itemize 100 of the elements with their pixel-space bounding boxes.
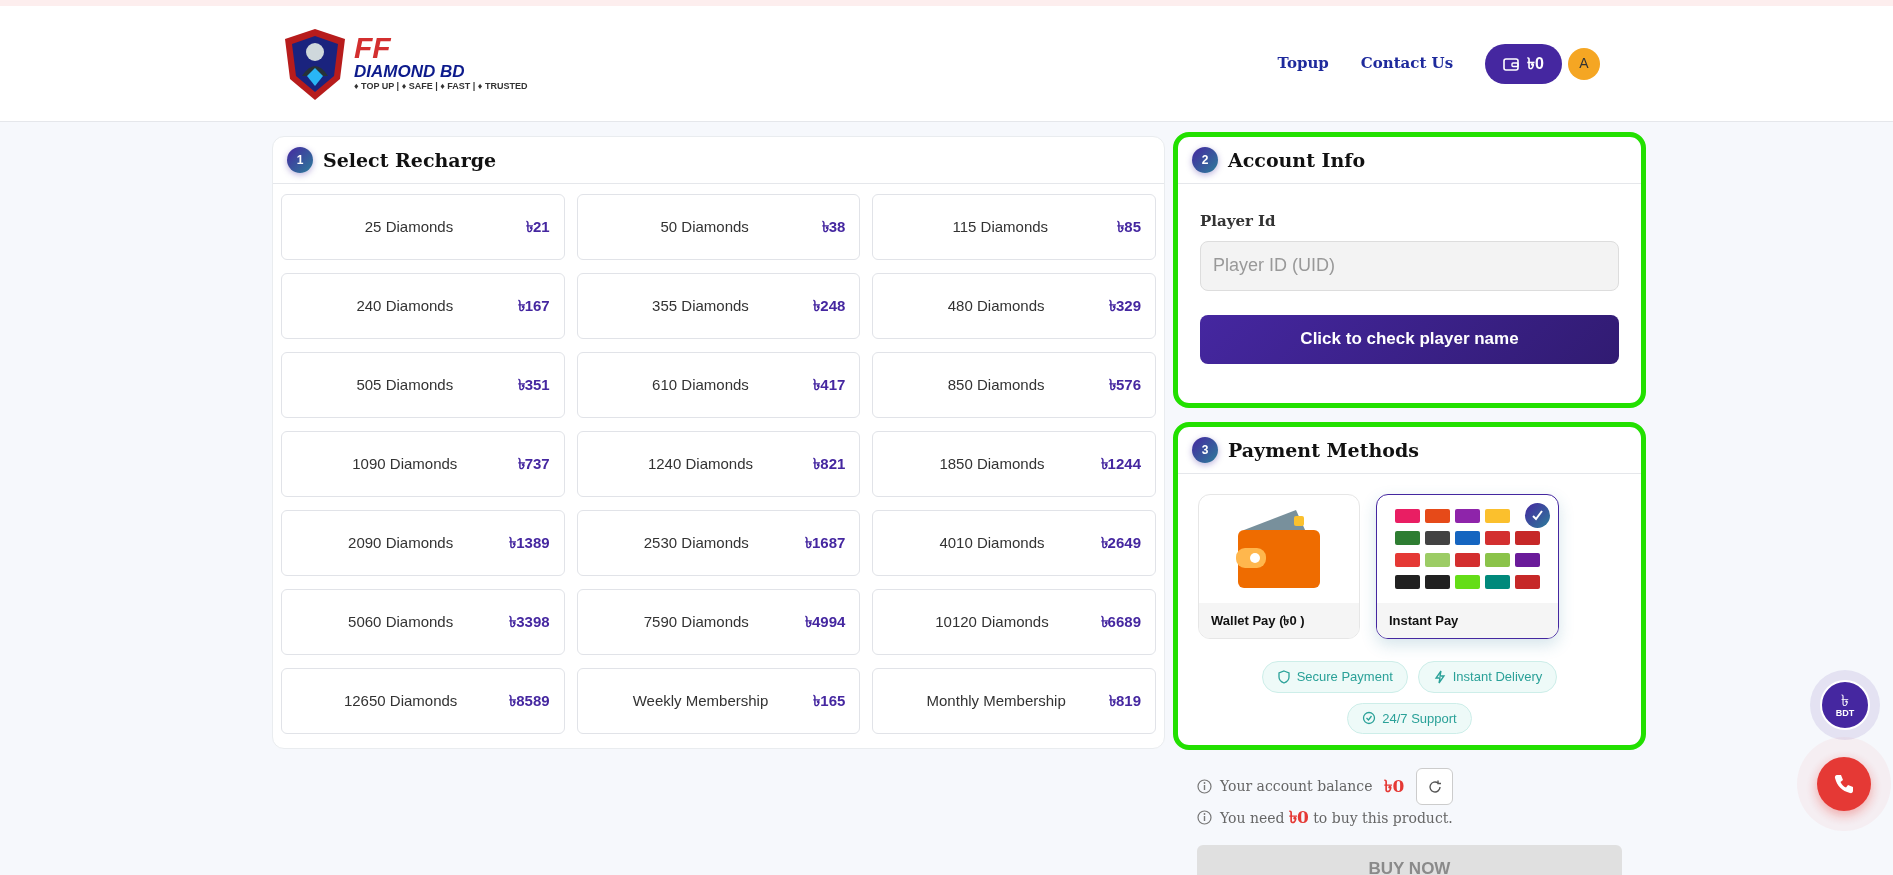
recharge-option[interactable]: Monthly Membership ৳819 (872, 668, 1156, 734)
option-price: ৳4994 (804, 611, 846, 632)
info-icon (1197, 810, 1212, 826)
option-price: ৳821 (813, 453, 846, 474)
step-number: 3 (1192, 437, 1218, 463)
currency-button[interactable]: ৳ BDT (1820, 680, 1870, 730)
option-price: ৳417 (813, 374, 846, 395)
feature-badge: 24/7 Support (1347, 702, 1472, 734)
check-player-button[interactable]: Click to check player name (1200, 314, 1619, 364)
option-price: ৳85 (1117, 216, 1141, 237)
feature-badge: Instant Delivery (1417, 661, 1558, 693)
panel-title: Account Info (1228, 148, 1366, 172)
recharge-option[interactable]: 1240 Diamonds ৳821 (576, 431, 861, 497)
panel-title: Select Recharge (323, 148, 497, 172)
option-label: 25 Diamonds (363, 216, 455, 237)
option-price: ৳1687 (804, 532, 846, 553)
option-label: 480 Diamonds (946, 295, 1046, 316)
recharge-option[interactable]: 1090 Diamonds ৳737 (281, 431, 565, 497)
option-label: 2090 Diamonds (347, 532, 455, 553)
recharge-option[interactable]: 25 Diamonds ৳21 (281, 194, 565, 260)
option-label: 115 Diamonds (951, 216, 1050, 237)
recharge-option[interactable]: 240 Diamonds ৳167 (281, 273, 565, 339)
option-price: ৳6689 (1100, 611, 1141, 632)
option-label: 50 Diamonds (659, 216, 750, 237)
payment-method-card[interactable]: Instant Pay (1376, 494, 1559, 639)
recharge-option[interactable]: 5060 Diamonds ৳3398 (281, 589, 565, 655)
recharge-option[interactable]: 2530 Diamonds ৳1687 (576, 510, 861, 576)
recharge-option[interactable]: 4010 Diamonds ৳2649 (872, 510, 1156, 576)
wallet-button[interactable]: ৳0 (1485, 43, 1562, 84)
option-price: ৳2649 (1100, 532, 1141, 553)
call-button[interactable] (1817, 757, 1871, 811)
logo-text: FF (354, 33, 392, 64)
option-label: 240 Diamonds (355, 295, 455, 316)
option-price: ৳167 (517, 295, 550, 316)
option-label: 505 Diamonds (355, 374, 455, 395)
refresh-button[interactable] (1416, 768, 1454, 805)
option-label: 1090 Diamonds (351, 453, 459, 474)
option-price: ৳329 (1108, 295, 1141, 316)
step-number: 2 (1192, 147, 1218, 173)
option-label: 355 Diamonds (651, 295, 750, 316)
option-label: 850 Diamonds (946, 374, 1046, 395)
refresh-icon (1427, 779, 1442, 794)
nav-link[interactable]: Contact Us (1360, 52, 1454, 75)
option-price: ৳819 (1108, 690, 1141, 711)
option-price: ৳1244 (1100, 453, 1141, 474)
option-label: 4010 Diamonds (938, 532, 1046, 553)
lightning-icon (1432, 669, 1447, 684)
player-id-field[interactable]: Player ID (UID) (1200, 240, 1619, 291)
option-label: 7590 Diamonds (642, 611, 750, 632)
option-label: 5060 Diamonds (347, 611, 455, 632)
option-label: Weekly Membership (631, 690, 770, 711)
option-price: ৳38 (821, 216, 846, 237)
recharge-option[interactable]: 12650 Diamonds ৳8589 (281, 668, 565, 734)
logo-tagline: ♦ TOP UP | ♦ SAFE | ♦ FAST | ♦ TRUSTED (354, 80, 528, 94)
check-circle-icon (1362, 711, 1377, 726)
recharge-option[interactable]: 50 Diamonds ৳38 (576, 194, 861, 260)
option-label: 2530 Diamonds (642, 532, 750, 553)
option-label: Monthly Membership (925, 690, 1067, 711)
option-label: 12650 Diamonds (342, 690, 459, 711)
option-price: ৳1389 (509, 532, 550, 553)
option-price: ৳165 (813, 690, 846, 711)
recharge-option[interactable]: 505 Diamonds ৳351 (281, 352, 565, 418)
recharge-option[interactable]: 115 Diamonds ৳85 (872, 194, 1156, 260)
recharge-option[interactable]: 1850 Diamonds ৳1244 (872, 431, 1156, 497)
panel-title: Payment Methods (1228, 438, 1419, 462)
option-price: ৳3398 (509, 611, 550, 632)
balance-text: Your account balance (1220, 777, 1373, 796)
option-price: ৳576 (1108, 374, 1141, 395)
phone-icon (1833, 773, 1855, 795)
option-price: ৳248 (813, 295, 846, 316)
recharge-option[interactable]: 850 Diamonds ৳576 (872, 352, 1156, 418)
need-text: You need ৳0 to buy this product. (1220, 806, 1453, 829)
option-price: ৳8589 (509, 690, 550, 711)
step-number: 1 (287, 147, 313, 173)
wallet-icon (1236, 507, 1322, 590)
field-label: Player Id (1200, 211, 1277, 232)
wallet-icon (1503, 56, 1520, 71)
recharge-option[interactable]: Weekly Membership ৳165 (576, 668, 861, 734)
recharge-option[interactable]: 610 Diamonds ৳417 (576, 352, 861, 418)
info-icon (1197, 779, 1212, 794)
logo-text: DIAMOND BD (354, 63, 466, 81)
option-price: ৳737 (517, 453, 550, 474)
feature-badge: Secure Payment (1261, 661, 1408, 693)
option-price: ৳21 (525, 216, 550, 237)
option-label: 1240 Diamonds (646, 453, 754, 474)
nav-link[interactable]: Topup (1277, 52, 1329, 75)
option-label: 610 Diamonds (651, 374, 750, 395)
recharge-option[interactable]: 10120 Diamonds ৳6689 (872, 589, 1156, 655)
option-price: ৳351 (517, 374, 550, 395)
recharge-option[interactable]: 355 Diamonds ৳248 (576, 273, 861, 339)
option-label: 10120 Diamonds (934, 611, 1050, 632)
recharge-option[interactable]: 7590 Diamonds ৳4994 (576, 589, 861, 655)
recharge-option[interactable]: 2090 Diamonds ৳1389 (281, 510, 565, 576)
shield-icon (1276, 669, 1291, 684)
recharge-option[interactable]: 480 Diamonds ৳329 (872, 273, 1156, 339)
check-icon (1525, 503, 1550, 528)
payment-method-card[interactable]: Wallet Pay (৳0 ) (1198, 494, 1360, 639)
balance-amount: ৳0 (1384, 774, 1405, 798)
option-label: 1850 Diamonds (938, 453, 1046, 474)
avatar[interactable]: A (1568, 47, 1600, 80)
